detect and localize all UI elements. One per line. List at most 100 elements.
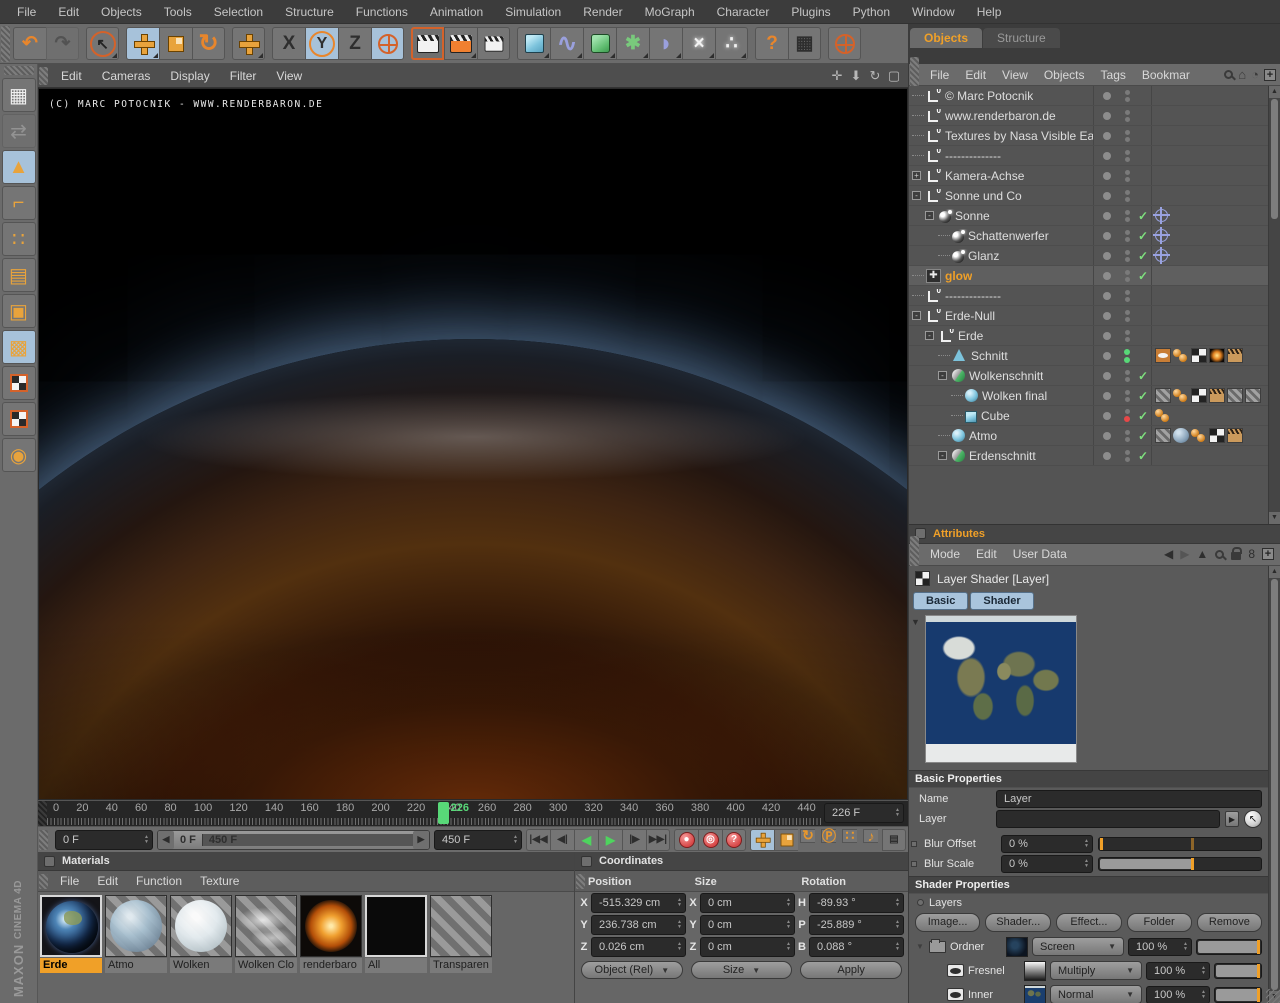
goto-end-button[interactable]: ▶▶| [646,829,670,851]
viewport-maximize-icon[interactable]: ▢ [886,68,902,84]
menu-item-edit[interactable]: Edit [51,69,92,83]
editor-visibility-dot[interactable] [1125,290,1130,295]
viewport-rotate-icon[interactable]: ↻ [867,68,883,84]
tree-row-glow[interactable]: glow✓ [909,266,1268,286]
render-visibility-dot[interactable] [1125,117,1130,122]
menu-item-animation[interactable]: Animation [419,5,494,19]
layer-thumbnail[interactable] [1006,937,1028,957]
x-axis-lock-button[interactable]: X [272,27,305,60]
materials-panel-icon[interactable] [44,856,55,867]
enable-check-icon[interactable]: ✓ [1135,369,1151,383]
scroll-up-icon[interactable]: ▲ [1269,86,1280,98]
menu-item-edit[interactable]: Edit [47,5,90,19]
range-start-spinner[interactable]: ▲▼ [144,835,149,845]
render-visibility-dot[interactable] [1125,317,1130,322]
tree-row-item[interactable]: -------------- [909,286,1268,306]
layer-color-dot[interactable] [1093,206,1119,225]
menu-item-mode[interactable]: Mode [922,547,968,561]
enable-check-icon[interactable]: ✓ [1135,209,1151,223]
edge-mode-button[interactable]: ▤ [2,258,36,292]
layer-picker-icon[interactable]: ↖ [1244,810,1262,828]
render-visibility-dot[interactable] [1124,357,1130,363]
render-tag-icon[interactable] [1227,428,1243,443]
tree-row-erde-null[interactable]: -Erde-Null [909,306,1268,326]
editor-visibility-dot[interactable] [1125,130,1130,135]
editor-visibility-dot[interactable] [1125,250,1130,255]
expand-toggle[interactable]: - [925,211,934,220]
tree-row-erde[interactable]: -Erde [909,326,1268,346]
minimize-ui-button[interactable]: ▤ [882,829,906,851]
goto-start-button[interactable]: |◀◀ [526,829,550,851]
model-mode-button[interactable]: ▲ [2,150,36,184]
size-mode-dropdown[interactable]: Size▼ [691,961,793,979]
render-visibility-dot[interactable] [1125,377,1130,382]
next-frame-button[interactable]: |▶ [622,829,646,851]
content-browser-button[interactable]: ▦ [788,27,821,60]
editor-visibility-dot[interactable] [1125,450,1130,455]
pos-z-field[interactable]: 0.026 cm▲▼ [591,937,686,957]
attr-search-icon[interactable] [1215,550,1224,559]
menu-item-edit[interactable]: Edit [957,68,994,82]
render-tag-icon[interactable] [1209,388,1225,403]
add-generator-button[interactable] [583,27,616,60]
visibility-dots[interactable] [1119,230,1135,242]
material-item-wolken-clo[interactable]: Wolken Clo [235,895,297,973]
rotate-tool-button[interactable]: ↻ [192,27,225,60]
layer-thumbnail[interactable] [1024,985,1046,1003]
blend-mode-dropdown[interactable]: Normal▼ [1050,985,1142,1003]
phong-tag-icon[interactable] [1191,428,1207,443]
render-visibility-dot[interactable] [1125,257,1130,262]
visibility-dots[interactable] [1119,190,1135,202]
material-item-erde[interactable]: Erde [40,895,102,973]
menu-item-display[interactable]: Display [160,69,219,83]
checker-tag-icon[interactable] [1209,428,1225,443]
target-tag-icon[interactable] [1155,209,1168,222]
tab-objects[interactable]: Objects [910,28,982,48]
menu-item-function[interactable]: Function [127,874,191,888]
editor-visibility-dot[interactable] [1125,190,1130,195]
visibility-dots[interactable] [1119,349,1135,363]
material-item-atmo[interactable]: Atmo [105,895,167,973]
shader-preview-map[interactable] [925,615,1077,763]
editor-visibility-dot[interactable] [1125,370,1130,375]
preview-range-slider[interactable]: ◀ 0 F 450 F ▶ [157,830,430,850]
layer-color-dot[interactable] [1093,146,1119,165]
layer-color-dot[interactable] [1093,446,1119,465]
button-image[interactable]: Image... [915,913,980,932]
menu-item-structure[interactable]: Structure [274,5,345,19]
timeline-playhead[interactable] [438,802,449,824]
tab-structure[interactable]: Structure [983,28,1060,48]
render-visibility-dot[interactable] [1125,297,1130,302]
menu-item-selection[interactable]: Selection [203,5,274,19]
phong-tag-icon[interactable] [1173,348,1189,363]
scale-tool-button[interactable] [159,27,192,60]
visibility-dots[interactable] [1119,250,1135,262]
editor-visibility-dot[interactable] [1125,170,1130,175]
objects-scrollbar[interactable]: ▲ ▼ [1268,86,1280,524]
editor-visibility-dot[interactable] [1125,210,1130,215]
prev-frame-button[interactable]: ◀| [550,829,574,851]
editor-visibility-dot[interactable] [1125,90,1130,95]
opacity-spinner[interactable]: ▲▼ [1183,942,1188,952]
viewport-canvas[interactable]: (C) MARC POTOCNIK - WWW.RENDERBARON.DE [38,88,908,800]
visibility-dots[interactable] [1119,450,1135,462]
menu-item-functions[interactable]: Functions [345,5,419,19]
layer-color-dot[interactable] [1093,86,1119,105]
size-y-field[interactable]: 0 cm▲▼ [700,915,795,935]
viewport-menu-drag-handle[interactable] [39,67,48,85]
pos-y-field[interactable]: 236.738 cm▲▼ [591,915,686,935]
stripes-tag-icon[interactable] [1227,388,1243,403]
shader-layer-row-inner[interactable]: InnerNormal▼100 %▲▼ [909,983,1268,1003]
layer-color-dot[interactable] [1093,226,1119,245]
material-item-transparen[interactable]: Transparen [430,895,492,973]
menu-item-mograph[interactable]: MoGraph [634,5,706,19]
coordinates-panel-icon[interactable] [581,856,592,867]
stripes-tag-icon[interactable] [1155,388,1171,403]
editor-visibility-dot[interactable] [1125,110,1130,115]
layer-color-dot[interactable] [1093,306,1119,325]
layer-color-dot[interactable] [1093,166,1119,185]
tree-row-glanz[interactable]: Glanz✓ [909,246,1268,266]
key-pla-button[interactable]: ∷ [842,829,857,843]
menu-item-objects[interactable]: Objects [90,5,153,19]
last-tool-button[interactable] [232,27,265,60]
